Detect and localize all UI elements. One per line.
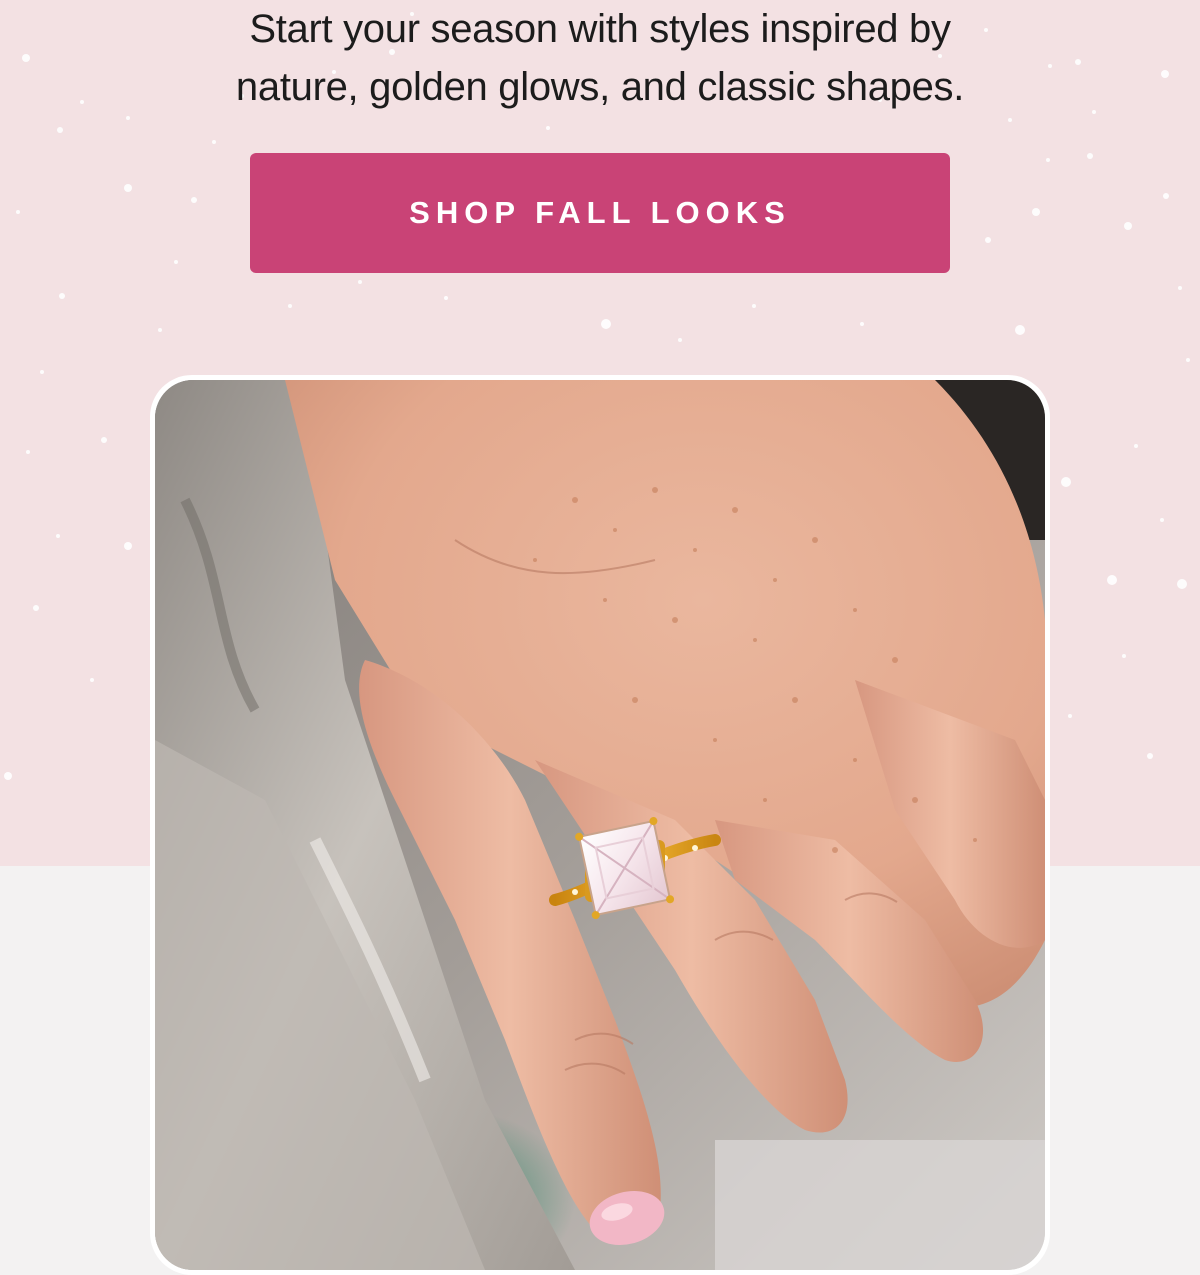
hand-with-ring-photo[interactable]	[155, 380, 1045, 1270]
product-photo-frame	[150, 375, 1050, 1275]
intro-text: Start your season with styles inspired b…	[150, 0, 1050, 116]
intro-line-2: nature, golden glows, and classic shapes…	[235, 65, 965, 109]
intro-line-1: Start your season with styles inspired b…	[249, 7, 951, 51]
shop-fall-looks-button[interactable]: SHOP FALL LOOKS	[250, 153, 950, 273]
ring-on-hand-image	[155, 380, 1045, 1270]
